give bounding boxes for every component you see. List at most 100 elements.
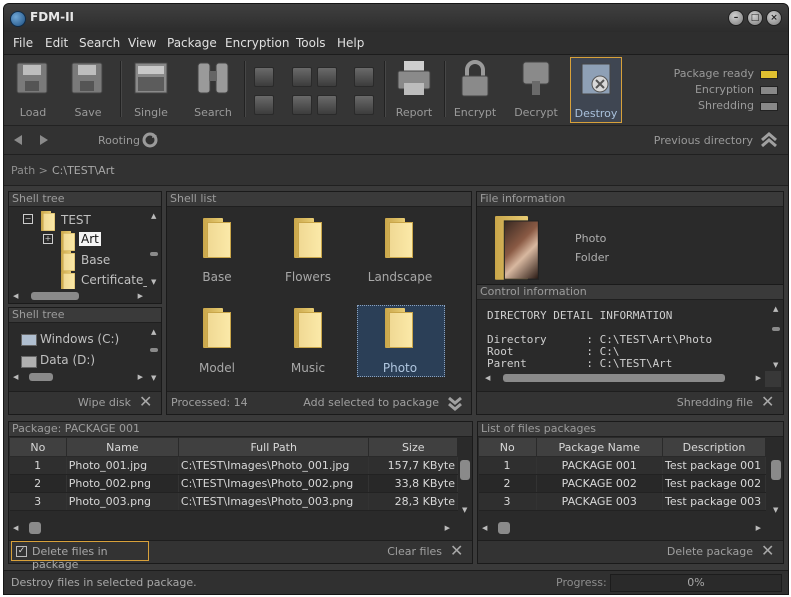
menu-file[interactable]: File <box>13 36 33 50</box>
toolbar: Load Save Single Search Report Encrypt D… <box>4 55 788 126</box>
menu-view[interactable]: View <box>128 36 156 50</box>
delete-files-label[interactable]: Delete files in package <box>32 545 148 571</box>
menu-encryption[interactable]: Encryption <box>225 36 289 50</box>
menu-search[interactable]: Search <box>79 36 120 50</box>
horizontal-scrollbar[interactable]: ◀ ▶ <box>477 371 765 385</box>
checkbox[interactable]: ✓ <box>16 546 27 557</box>
column-header[interactable]: Description <box>662 437 766 457</box>
tree-item-base[interactable]: Base <box>81 253 110 267</box>
folder-label[interactable]: Music <box>263 361 353 375</box>
down-chevron-icon[interactable] <box>447 395 463 411</box>
folder-icon[interactable] <box>203 308 231 348</box>
load-button[interactable]: Load <box>8 57 58 121</box>
search-button[interactable]: Search <box>185 57 241 121</box>
vertical-scrollbar[interactable]: ▲ ▼ <box>147 208 161 288</box>
tree-item-art[interactable]: Art <box>79 232 101 246</box>
folder-icon[interactable] <box>203 218 231 258</box>
drive-c[interactable]: Windows (C:) <box>40 332 119 346</box>
single-button[interactable]: Single <box>125 57 177 121</box>
shredding-led <box>760 101 778 111</box>
folder-icon[interactable] <box>294 218 322 258</box>
column-header[interactable]: Name <box>65 437 179 457</box>
horizontal-scrollbar[interactable]: ◀ ▶ <box>9 370 147 384</box>
clear-files-label[interactable]: Clear files <box>387 545 442 558</box>
horizontal-scrollbar[interactable]: ◀ ▶ <box>9 521 458 535</box>
list-icon[interactable] <box>354 95 374 115</box>
rooting-label[interactable]: Rooting <box>98 134 140 147</box>
shredding-file-icon[interactable]: ✕ <box>761 394 777 410</box>
encrypt-button[interactable]: Encrypt <box>448 57 502 121</box>
checklist-icon[interactable] <box>354 67 374 87</box>
lock-icon <box>461 60 489 97</box>
expand-toggle[interactable]: + <box>43 234 53 244</box>
minimize-button[interactable]: – <box>728 10 744 26</box>
column-header[interactable]: No <box>478 437 537 457</box>
copy-icon[interactable] <box>254 67 274 87</box>
delete-package-label[interactable]: Delete package <box>667 545 753 558</box>
vertical-scrollbar[interactable]: ▼ <box>458 454 472 516</box>
table-row[interactable]: 1 Photo_001.jpg C:\TEST\Images\Photo_001… <box>9 456 458 475</box>
vertical-scrollbar[interactable]: ▼ <box>769 454 783 516</box>
folder-label[interactable]: Flowers <box>263 270 353 284</box>
wipe-disk-label[interactable]: Wipe disk <box>78 396 131 409</box>
column-header[interactable]: Package Name <box>535 437 664 457</box>
delete-package-icon[interactable]: ✕ <box>761 543 777 559</box>
menu-tools[interactable]: Tools <box>296 36 326 50</box>
folder-label[interactable]: Photo <box>355 361 445 375</box>
settings-icon[interactable] <box>317 95 337 115</box>
horizontal-scrollbar[interactable]: ◀ ▶ <box>478 521 769 535</box>
tree-item-test[interactable]: TEST <box>61 213 91 227</box>
file-type: Folder <box>575 251 609 264</box>
clear-files-icon[interactable]: ✕ <box>450 543 466 559</box>
table-row[interactable]: 3 Photo_003.png C:\TEST\Images\Photo_003… <box>9 492 458 511</box>
menu-package[interactable]: Package <box>167 36 217 50</box>
collapse-toggle[interactable]: − <box>23 214 33 224</box>
toolbar-separator <box>384 61 386 117</box>
drive-d[interactable]: Data (D:) <box>40 353 95 367</box>
folder-label[interactable]: Base <box>172 270 262 284</box>
column-header[interactable]: No <box>9 437 67 457</box>
delete-files-checkbox-group[interactable]: ✓ Delete files in package <box>11 541 149 571</box>
folder-icon[interactable] <box>385 308 413 348</box>
path-value[interactable]: C:\TEST\Art <box>52 164 115 177</box>
table-row[interactable]: 3 PACKAGE 003 Test package 003 <box>478 492 766 511</box>
wipe-disk-icon[interactable]: ✕ <box>139 394 155 410</box>
vertical-scrollbar[interactable]: ▲ ▼ <box>147 324 161 384</box>
folder-label[interactable]: Landscape <box>355 270 445 284</box>
disk-icon[interactable] <box>317 67 337 87</box>
close-button[interactable]: × <box>766 10 782 26</box>
report-button[interactable]: Report <box>388 57 440 121</box>
package-footer: ✓ Delete files in package Clear files ✕ <box>9 540 472 571</box>
tree-item-certificate[interactable]: Certificate_ <box>81 273 149 287</box>
refresh-icon[interactable] <box>142 132 158 148</box>
shredding-file-label[interactable]: Shredding file <box>677 396 753 409</box>
navigation-bar: Rooting Previous directory <box>4 126 788 155</box>
back-arrow-icon[interactable] <box>12 134 24 146</box>
table-row[interactable]: 2 Photo_002.png C:\TEST\Images\Photo_002… <box>9 474 458 493</box>
horizontal-scrollbar[interactable]: ◀ ▶ <box>9 289 147 303</box>
control-information-title: Control information <box>477 285 783 300</box>
folder-label[interactable]: Model <box>172 361 262 375</box>
path-label: Path > <box>11 164 48 177</box>
up-chevron-icon[interactable] <box>760 132 778 148</box>
maximize-button[interactable]: □ <box>747 10 763 26</box>
folder-icon[interactable] <box>294 308 322 348</box>
add-to-package-label[interactable]: Add selected to package <box>303 396 439 409</box>
menu-edit[interactable]: Edit <box>45 36 68 50</box>
tools-icon[interactable] <box>292 95 312 115</box>
table-row[interactable]: 2 PACKAGE 002 Test package 002 <box>478 474 766 493</box>
add-file-icon[interactable] <box>254 95 274 115</box>
previous-directory-label[interactable]: Previous directory <box>654 134 753 147</box>
decrypt-button[interactable]: Decrypt <box>508 57 564 121</box>
vertical-scrollbar[interactable]: ▲ ▼ <box>769 301 783 371</box>
shell-list-panel: Shell list Base Flowers Landscape Model … <box>166 191 472 415</box>
folder-icon[interactable] <box>385 218 413 258</box>
column-header[interactable]: Size <box>368 437 458 457</box>
save-button[interactable]: Save <box>63 57 113 121</box>
forward-arrow-icon[interactable] <box>38 134 50 146</box>
destroy-button[interactable]: Destroy <box>570 57 622 123</box>
column-header[interactable]: Full Path <box>177 437 370 457</box>
table-row[interactable]: 1 PACKAGE 001 Test package 001 <box>478 456 766 475</box>
folder-icon[interactable] <box>292 67 312 87</box>
menu-help[interactable]: Help <box>337 36 364 50</box>
